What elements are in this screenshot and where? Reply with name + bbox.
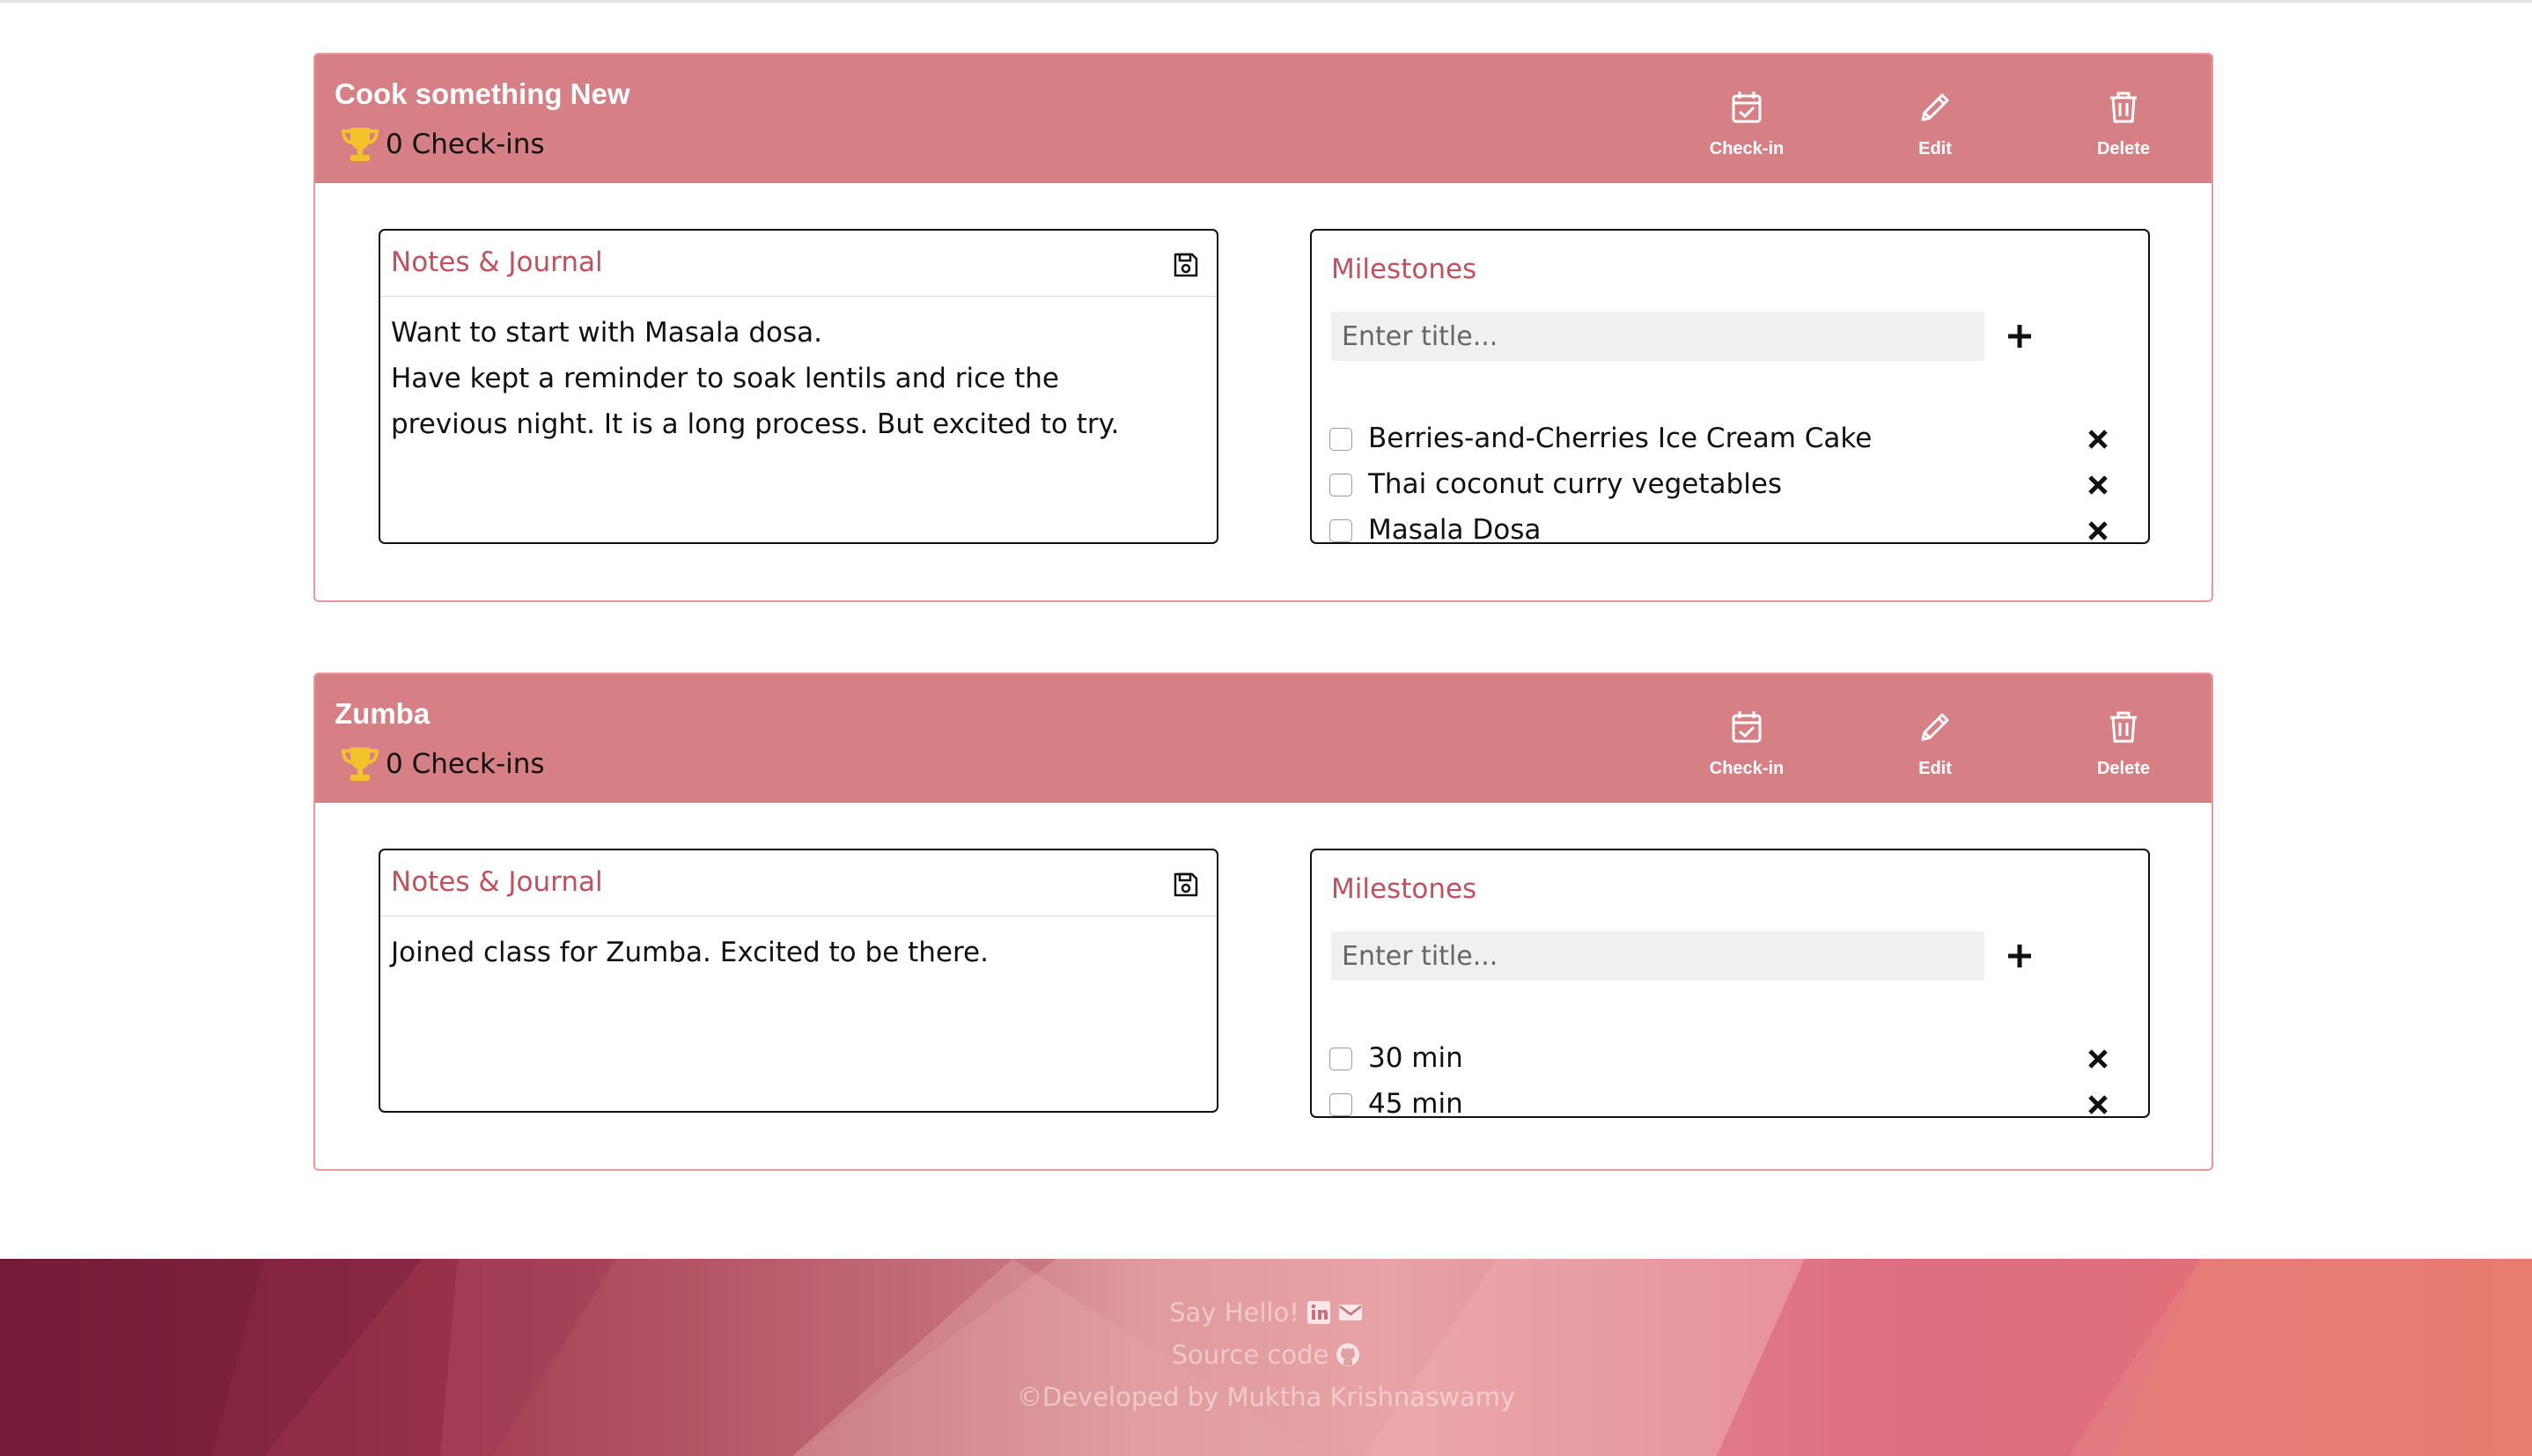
milestone-title-input[interactable]	[1331, 312, 1984, 361]
trophy-icon	[341, 747, 379, 781]
say-hello-row: Say Hello!	[0, 1298, 2532, 1327]
checkin-count: 0 Check-ins	[386, 748, 545, 780]
delete-label: Delete	[2096, 139, 2151, 158]
milestones-title: Milestones	[1331, 873, 1477, 905]
close-icon[interactable]	[2087, 1048, 2109, 1070]
say-hello-text: Say Hello!	[1169, 1298, 1299, 1327]
milestone-checkbox[interactable]	[1329, 1093, 1352, 1116]
notes-title: Notes & Journal	[391, 246, 603, 278]
milestones-panel: Milestones Berries-and-Cherries Ice Crea…	[1310, 229, 2150, 544]
edit-label: Edit	[1918, 759, 1952, 778]
close-icon[interactable]	[2087, 1093, 2109, 1116]
milestone-checkbox[interactable]	[1329, 428, 1352, 451]
milestone-checkbox[interactable]	[1329, 474, 1352, 496]
checkin-label: Check-in	[1709, 759, 1785, 778]
notes-header: Notes & Journal	[380, 850, 1217, 916]
calendar-check-icon	[1732, 711, 1762, 743]
close-icon[interactable]	[2087, 474, 2109, 496]
milestone-checkbox[interactable]	[1329, 1048, 1352, 1070]
goal-card: Zumba 0 Check-ins Check-in Edit Delete N…	[313, 673, 2213, 1171]
goal-title: Zumba	[335, 697, 431, 730]
milestone-title-input[interactable]	[1331, 931, 1984, 981]
notes-title: Notes & Journal	[391, 866, 603, 898]
checkin-button[interactable]: Check-in	[1685, 708, 1808, 779]
calendar-check-icon	[1732, 92, 1762, 123]
top-divider	[0, 0, 2532, 3]
close-icon[interactable]	[2087, 519, 2109, 542]
milestone-list: Berries-and-Cherries Ice Cream Cake Thai…	[1329, 415, 2148, 544]
goal-title: Cook something New	[335, 77, 630, 110]
milestone-label: 30 min	[1368, 1042, 1463, 1074]
plus-icon[interactable]	[2006, 322, 2034, 350]
pencil-icon	[1921, 713, 1949, 741]
checkin-counter: 0 Check-ins	[340, 125, 545, 164]
milestone-item: 45 min	[1329, 1081, 2148, 1118]
goal-card: Cook something New 0 Check-ins Check-in	[313, 53, 2213, 602]
milestone-label: Thai coconut curry vegetables	[1368, 468, 1783, 500]
notes-text[interactable]: Joined class for Zumba. Excited to be th…	[391, 930, 1181, 975]
credit-row: ©Developed by Muktha Krishnaswamy	[0, 1382, 2532, 1412]
mail-icon[interactable]	[1338, 1300, 1363, 1325]
credit-text: ©Developed by Muktha Krishnaswamy	[1016, 1382, 1516, 1412]
linkedin-icon[interactable]	[1306, 1300, 1331, 1325]
edit-label: Edit	[1918, 139, 1952, 158]
milestone-item: Thai coconut curry vegetables	[1329, 461, 2148, 507]
edit-button[interactable]: Edit	[1873, 88, 1997, 159]
goal-header: Zumba 0 Check-ins Check-in Edit Delete	[315, 674, 2212, 803]
milestones-panel: Milestones 30 min 45 min	[1310, 849, 2150, 1118]
delete-button[interactable]: Delete	[2062, 88, 2185, 159]
save-icon[interactable]	[1173, 252, 1199, 278]
goal-header: Cook something New 0 Check-ins Check-in	[315, 55, 2212, 183]
source-code-link[interactable]: Source code	[1172, 1340, 1329, 1370]
milestone-list: 30 min 45 min	[1329, 1035, 2148, 1118]
milestone-label: Masala Dosa	[1368, 514, 1542, 544]
checkin-counter: 0 Check-ins	[340, 745, 545, 783]
notes-journal-panel: Notes & Journal Joined class for Zumba. …	[379, 849, 1218, 1113]
checkin-count: 0 Check-ins	[386, 129, 545, 160]
notes-header: Notes & Journal	[380, 231, 1217, 297]
site-footer: Say Hello! Source code ©Developed by Muk…	[0, 1259, 2532, 1456]
notes-text[interactable]: Want to start with Masala dosa. Have kep…	[391, 310, 1181, 447]
edit-button[interactable]: Edit	[1873, 708, 1997, 779]
milestone-checkbox[interactable]	[1329, 519, 1352, 542]
milestone-item: 30 min	[1329, 1035, 2148, 1081]
notes-journal-panel: Notes & Journal Want to start with Masal…	[379, 229, 1218, 544]
milestone-item: Masala Dosa	[1329, 507, 2148, 544]
trash-icon	[2110, 92, 2137, 123]
milestones-title: Milestones	[1331, 254, 1477, 285]
trash-icon	[2110, 711, 2137, 743]
delete-label: Delete	[2096, 759, 2151, 778]
checkin-label: Check-in	[1709, 139, 1785, 158]
milestone-label: 45 min	[1368, 1088, 1463, 1118]
checkin-button[interactable]: Check-in	[1685, 88, 1808, 159]
source-code-row: Source code	[0, 1340, 2532, 1370]
milestone-item: Berries-and-Cherries Ice Cream Cake	[1329, 415, 2148, 461]
pencil-icon	[1921, 93, 1949, 121]
milestone-label: Berries-and-Cherries Ice Cream Cake	[1368, 423, 1873, 454]
plus-icon[interactable]	[2006, 942, 2034, 970]
close-icon[interactable]	[2087, 428, 2109, 451]
trophy-icon	[341, 128, 379, 161]
delete-button[interactable]: Delete	[2062, 708, 2185, 779]
save-icon[interactable]	[1173, 871, 1199, 898]
github-icon[interactable]	[1336, 1342, 1360, 1367]
